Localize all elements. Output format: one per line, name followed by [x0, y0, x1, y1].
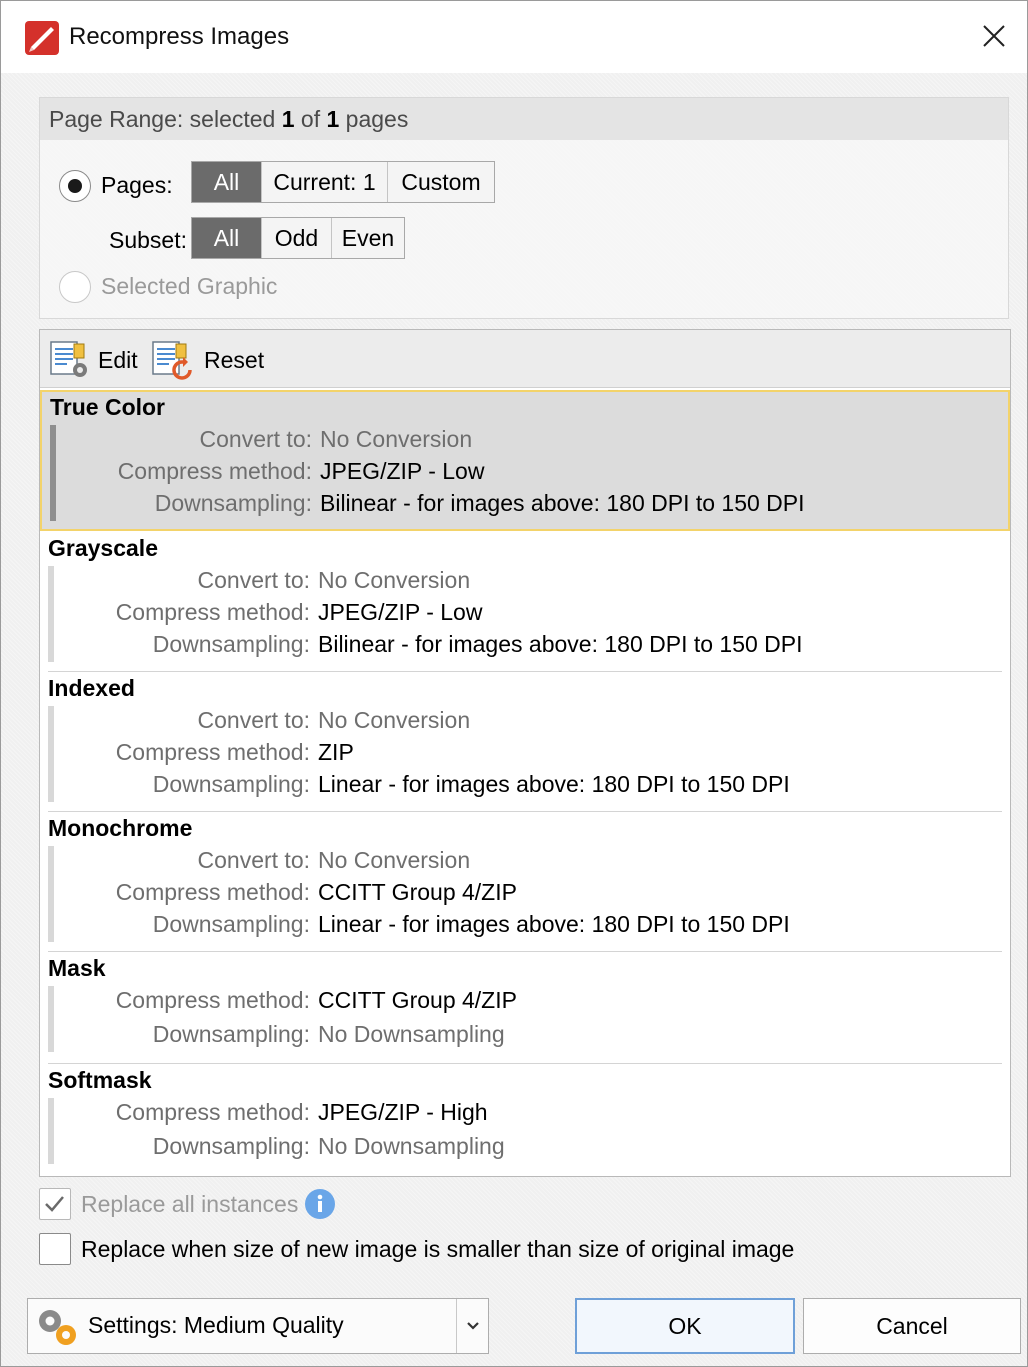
divider — [48, 1063, 1002, 1064]
profile-name: Softmask — [48, 1067, 152, 1093]
page-range-suffix: pages — [345, 106, 409, 132]
profile-indexed[interactable]: Indexed Convert to: No Conversion Compres… — [40, 673, 1010, 811]
row-value: No Downsampling — [318, 1021, 505, 1047]
recompress-images-dialog: Recompress Images Page Range: selected 1… — [0, 0, 1028, 1367]
row-key: Compress method: — [117, 458, 312, 484]
page-range-header: Page Range: selected 1 of 1 pages — [40, 98, 1008, 140]
row-value: Bilinear - for images above: 180 DPI to … — [320, 490, 805, 516]
row-value: JPEG/ZIP - Low — [318, 599, 483, 625]
edit-label: Edit — [98, 346, 138, 373]
pages-all-button[interactable]: All — [192, 162, 262, 202]
subset-all-button[interactable]: All — [192, 218, 262, 258]
selected-graphic-radio[interactable] — [59, 271, 91, 303]
row-key: Convert to: — [197, 847, 311, 873]
profile-name: Indexed — [48, 675, 135, 701]
subset-segmented-control: All Odd Even — [191, 217, 405, 259]
row-key: Compress method: — [115, 987, 310, 1013]
settings-label: Settings: Medium Quality — [88, 1312, 344, 1338]
pages-radio[interactable] — [59, 170, 91, 202]
pages-custom-button[interactable]: Custom — [388, 162, 494, 202]
row-value: CCITT Group 4/ZIP — [318, 987, 517, 1013]
divider — [48, 951, 1002, 952]
settings-dropdown[interactable]: Settings: Medium Quality — [27, 1298, 489, 1354]
divider — [48, 811, 1002, 812]
profile-grayscale[interactable]: Grayscale Convert to: No Conversion Compr… — [40, 533, 1010, 671]
row-key: Compress method: — [115, 739, 310, 765]
row-value: No Conversion — [318, 847, 471, 873]
divider — [48, 671, 1002, 672]
replace-smaller-checkbox[interactable] — [39, 1233, 71, 1265]
pages-segmented-control: All Current: 1 Custom — [191, 161, 495, 203]
row-key: Downsampling: — [152, 631, 310, 657]
row-value: Linear - for images above: 180 DPI to 15… — [318, 771, 790, 797]
subset-label: Subset: — [109, 227, 187, 253]
pages-current-button[interactable]: Current: 1 — [262, 162, 388, 202]
row-key: Convert to: — [199, 426, 313, 452]
reset-label: Reset — [204, 346, 265, 373]
replace-all-label: Replace all instances — [81, 1191, 299, 1217]
row-value: Linear - for images above: 180 DPI to 15… — [318, 911, 790, 937]
row-value: CCITT Group 4/ZIP — [318, 879, 517, 905]
row-key: Compress method: — [115, 879, 310, 905]
row-value: No Conversion — [320, 426, 473, 452]
subset-even-button[interactable]: Even — [332, 218, 404, 258]
page-range-of: of — [300, 106, 321, 132]
total-count: 1 — [326, 106, 340, 132]
row-value: JPEG/ZIP - High — [318, 1099, 488, 1125]
replace-all-checkbox[interactable] — [39, 1188, 71, 1220]
row-key: Downsampling: — [152, 1021, 310, 1047]
reset-button[interactable]: Reset — [152, 340, 264, 380]
row-value: No Conversion — [318, 567, 471, 593]
app-logo-icon — [25, 21, 59, 55]
settings-gear-icon — [39, 1310, 76, 1345]
row-value: ZIP — [318, 739, 354, 765]
subset-odd-button[interactable]: Odd — [262, 218, 332, 258]
profile-mask[interactable]: Mask Compress method: CCITT Group 4/ZIP D… — [40, 953, 1010, 1063]
info-icon[interactable] — [304, 1188, 336, 1220]
profile-true-color[interactable]: True Color Convert to: No Conversion Comp… — [40, 390, 1010, 531]
profile-softmask[interactable]: Softmask Compress method: JPEG/ZIP - High… — [40, 1065, 1010, 1175]
profile-name: Monochrome — [48, 815, 193, 841]
row-key: Downsampling: — [152, 771, 310, 797]
settings-dropdown-toggle[interactable] — [456, 1299, 488, 1353]
row-key: Convert to: — [197, 707, 311, 733]
row-value: JPEG/ZIP - Low — [320, 458, 485, 484]
profile-name: True Color — [50, 394, 166, 420]
selected-graphic-label: Selected Graphic — [101, 273, 278, 299]
profile-name: Mask — [48, 955, 106, 981]
cancel-button[interactable]: Cancel — [803, 1298, 1021, 1354]
title-bar: Recompress Images — [1, 1, 1027, 73]
page-range-group: Page Range: selected 1 of 1 pages Pages:… — [39, 97, 1009, 319]
checkmark-icon — [45, 1196, 64, 1212]
row-key: Compress method: — [115, 1099, 310, 1125]
row-key: Downsampling: — [154, 490, 312, 516]
dialog-title: Recompress Images — [69, 23, 290, 50]
selected-count: 1 — [281, 106, 295, 132]
pages-label: Pages: — [101, 172, 173, 198]
profile-name: Grayscale — [48, 535, 158, 561]
row-value: Bilinear - for images above: 180 DPI to … — [318, 631, 803, 657]
ok-label: OK — [668, 1312, 702, 1339]
row-key: Convert to: — [197, 567, 311, 593]
chevron-down-icon — [466, 1322, 479, 1330]
edit-settings-icon — [50, 341, 87, 377]
close-icon — [983, 25, 1005, 47]
ok-button[interactable]: OK — [575, 1298, 795, 1354]
row-key: Downsampling: — [152, 1133, 310, 1159]
replace-smaller-label: Replace when size of new image is smalle… — [81, 1236, 795, 1262]
close-button[interactable] — [971, 13, 1017, 59]
row-value: No Conversion — [318, 707, 471, 733]
row-key: Compress method: — [115, 599, 310, 625]
reset-icon — [152, 341, 192, 380]
cancel-label: Cancel — [876, 1312, 948, 1339]
row-value: No Downsampling — [318, 1133, 505, 1159]
compression-profile-list: Edit Reset True Color Convert to: No Conv… — [39, 329, 1011, 1177]
profile-monochrome[interactable]: Monochrome Convert to: No Conversion Comp… — [40, 813, 1010, 951]
edit-button[interactable]: Edit — [50, 340, 138, 380]
page-range-prefix: Page Range: selected — [49, 106, 276, 132]
row-key: Downsampling: — [152, 911, 310, 937]
list-toolbar: Edit Reset — [40, 330, 1010, 388]
